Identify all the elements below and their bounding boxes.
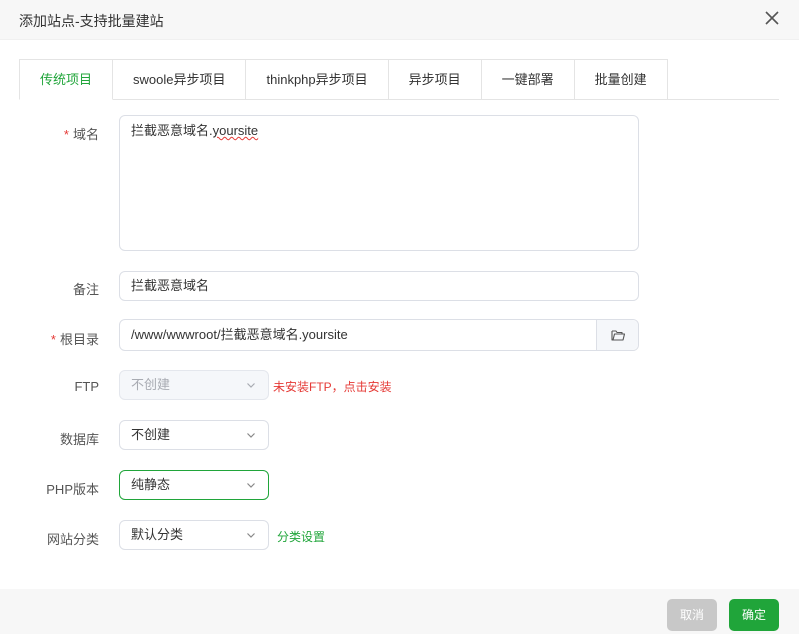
database-label: 数据库 <box>59 432 99 447</box>
tab-async[interactable]: 异步项目 <box>388 59 482 100</box>
add-site-dialog: 添加站点-支持批量建站 传统项目 swoole异步项目 thinkphp异步项目… <box>0 0 799 634</box>
dialog-header: 添加站点-支持批量建站 <box>0 0 799 40</box>
ftp-select: 不创建 <box>119 370 269 400</box>
chevron-down-icon <box>247 433 255 438</box>
spellcheck-word: yoursite <box>212 123 259 138</box>
site-category-select[interactable]: 默认分类 <box>119 520 269 550</box>
dialog-title: 添加站点-支持批量建站 <box>19 13 164 29</box>
cancel-button[interactable]: 取消 <box>667 599 717 631</box>
chevron-down-icon <box>247 383 255 388</box>
required-mark: * <box>50 332 56 347</box>
close-icon[interactable] <box>764 10 780 26</box>
tab-traditional[interactable]: 传统项目 <box>19 59 114 100</box>
browse-folder-button[interactable] <box>596 320 638 350</box>
remark-input[interactable]: 拦截恶意域名 <box>119 271 639 301</box>
install-ftp-link[interactable]: 未安装FTP，点击安装 <box>273 378 392 395</box>
domain-label: * 域名 <box>63 127 99 142</box>
tab-swoole[interactable]: swoole异步项目 <box>113 59 247 100</box>
domain-textarea[interactable]: 拦截恶意域名.yoursite <box>119 115 639 251</box>
ftp-label: FTP <box>74 379 99 394</box>
database-select[interactable]: 不创建 <box>119 420 269 450</box>
chevron-down-icon <box>247 533 255 538</box>
site-category-label: 网站分类 <box>46 532 99 547</box>
root-dir-input[interactable]: /www/wwwroot/拦截恶意域名.yoursite <box>131 320 348 350</box>
remark-label: 备注 <box>72 282 99 297</box>
tab-thinkphp[interactable]: thinkphp异步项目 <box>246 59 389 100</box>
root-dir-field[interactable]: /www/wwwroot/拦截恶意域名.yoursite <box>119 319 639 351</box>
folder-icon <box>610 330 625 341</box>
confirm-button[interactable]: 确定 <box>729 599 779 631</box>
category-settings-link[interactable]: 分类设置 <box>277 528 325 545</box>
tab-one-click-deploy[interactable]: 一键部署 <box>481 59 575 100</box>
root-dir-label: * 根目录 <box>50 332 99 347</box>
tab-batch-create[interactable]: 批量创建 <box>574 59 668 100</box>
chevron-down-icon <box>247 483 255 488</box>
required-mark: * <box>63 127 69 142</box>
project-type-tabs: 传统项目 swoole异步项目 thinkphp异步项目 异步项目 一键部署 批… <box>19 59 668 100</box>
php-version-label: PHP版本 <box>46 482 99 497</box>
php-version-select[interactable]: 纯静态 <box>119 470 269 500</box>
dialog-footer: 取消 确定 <box>0 589 799 634</box>
